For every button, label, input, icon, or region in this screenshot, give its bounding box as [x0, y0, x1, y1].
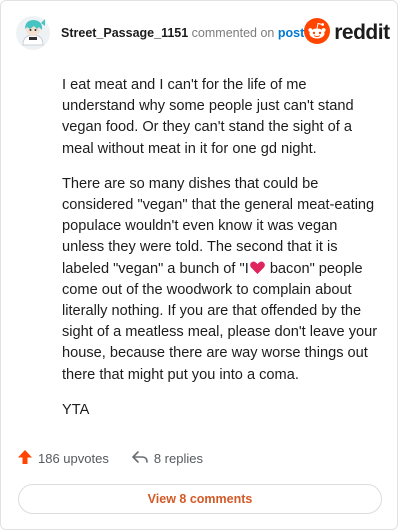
comment-card: Street_Passage_1151 commented on post re… [0, 0, 398, 530]
heart-emoji-icon [249, 260, 265, 274]
comment-paragraph: I eat meat and I can't for the life of m… [62, 77, 354, 157]
reply-arrow-icon [131, 449, 154, 468]
user-avatar[interactable] [15, 15, 51, 51]
post-link[interactable]: post [278, 26, 304, 40]
paragraph-text-end: bacon" people come out of the woodwork t… [62, 260, 378, 383]
comment-paragraph: There are so many dishes that could be c… [62, 174, 380, 386]
reddit-wordmark: reddit [334, 21, 390, 44]
reddit-brand[interactable]: reddit [304, 17, 390, 49]
username[interactable]: Street_Passage_1151 [61, 26, 188, 40]
comment-body: I eat meat and I can't for the life of m… [62, 75, 380, 435]
reply-count: 8 replies [153, 451, 203, 466]
comment-header: Street_Passage_1151 commented on post re… [15, 15, 390, 51]
action-text: commented on [191, 26, 275, 40]
upvote-arrow-icon [17, 449, 38, 468]
upvote-count: 186 upvotes [38, 451, 109, 466]
reddit-logo-icon [304, 17, 331, 49]
comment-footer: 186 upvotes 8 replies [17, 449, 225, 468]
upvote-stat[interactable]: 186 upvotes [17, 449, 109, 468]
reply-stat[interactable]: 8 replies [131, 449, 203, 468]
comment-paragraph: YTA [62, 401, 90, 418]
comment-meta: Street_Passage_1151 commented on post [61, 25, 304, 41]
view-comments-button[interactable]: View 8 comments [18, 484, 382, 514]
